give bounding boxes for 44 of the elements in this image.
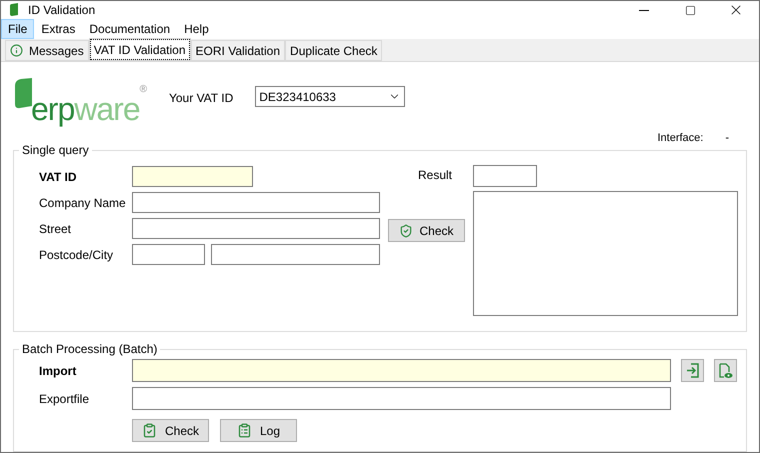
- file-eye-icon: [718, 362, 733, 378]
- import-button[interactable]: [681, 359, 704, 382]
- input-field[interactable]: [211, 244, 380, 265]
- field-label: Postcode/City: [39, 246, 114, 264]
- group-title: Batch Processing (Batch): [19, 342, 160, 356]
- window-title: ID Validation: [28, 2, 96, 19]
- batch-button[interactable]: Check: [132, 419, 209, 442]
- app-icon: [9, 3, 19, 17]
- tab[interactable]: VAT ID Validation: [88, 38, 191, 61]
- your-vat-id-label: Your VAT ID: [168, 90, 234, 107]
- interface-label: Interface:: [657, 130, 704, 146]
- field-label: Street: [39, 220, 72, 238]
- batch-button[interactable]: Log: [220, 419, 297, 442]
- field-label: Company Name: [39, 194, 127, 212]
- field-label: Exportfile: [39, 390, 90, 408]
- menu-item[interactable]: Documentation: [82, 19, 178, 39]
- group-title: Single query: [19, 143, 92, 157]
- input-field[interactable]: [132, 387, 671, 410]
- menu-item[interactable]: Help: [177, 19, 216, 39]
- result-label: Result: [418, 167, 453, 184]
- result-field: [473, 165, 537, 187]
- input-field[interactable]: [132, 359, 671, 382]
- clipboard-list-icon: [236, 423, 252, 438]
- input-field[interactable]: [132, 218, 380, 239]
- shield-check-icon: [399, 224, 414, 238]
- input-field[interactable]: [132, 244, 205, 265]
- field-label: Import: [39, 362, 78, 380]
- tab[interactable]: Duplicate Check: [285, 40, 382, 61]
- tab[interactable]: EORI Validation: [190, 40, 286, 61]
- clipboard-check-icon: [142, 423, 157, 438]
- input-field[interactable]: [132, 192, 380, 213]
- menu-item[interactable]: File: [1, 19, 34, 39]
- menu-item[interactable]: Extras: [34, 19, 82, 39]
- field-label: VAT ID: [39, 168, 78, 186]
- view-file-button[interactable]: [714, 359, 737, 382]
- info-icon: [10, 44, 23, 57]
- check-button[interactable]: Check: [388, 219, 465, 242]
- input-field[interactable]: [132, 166, 253, 187]
- import-icon: [686, 363, 700, 378]
- erpware-logo: erpware ®: [13, 70, 147, 126]
- maximize-icon: [684, 4, 696, 16]
- interface-value: -: [725, 130, 729, 146]
- vat-id-dropdown[interactable]: DE323410633: [255, 86, 406, 107]
- tab[interactable]: Messages: [5, 40, 89, 61]
